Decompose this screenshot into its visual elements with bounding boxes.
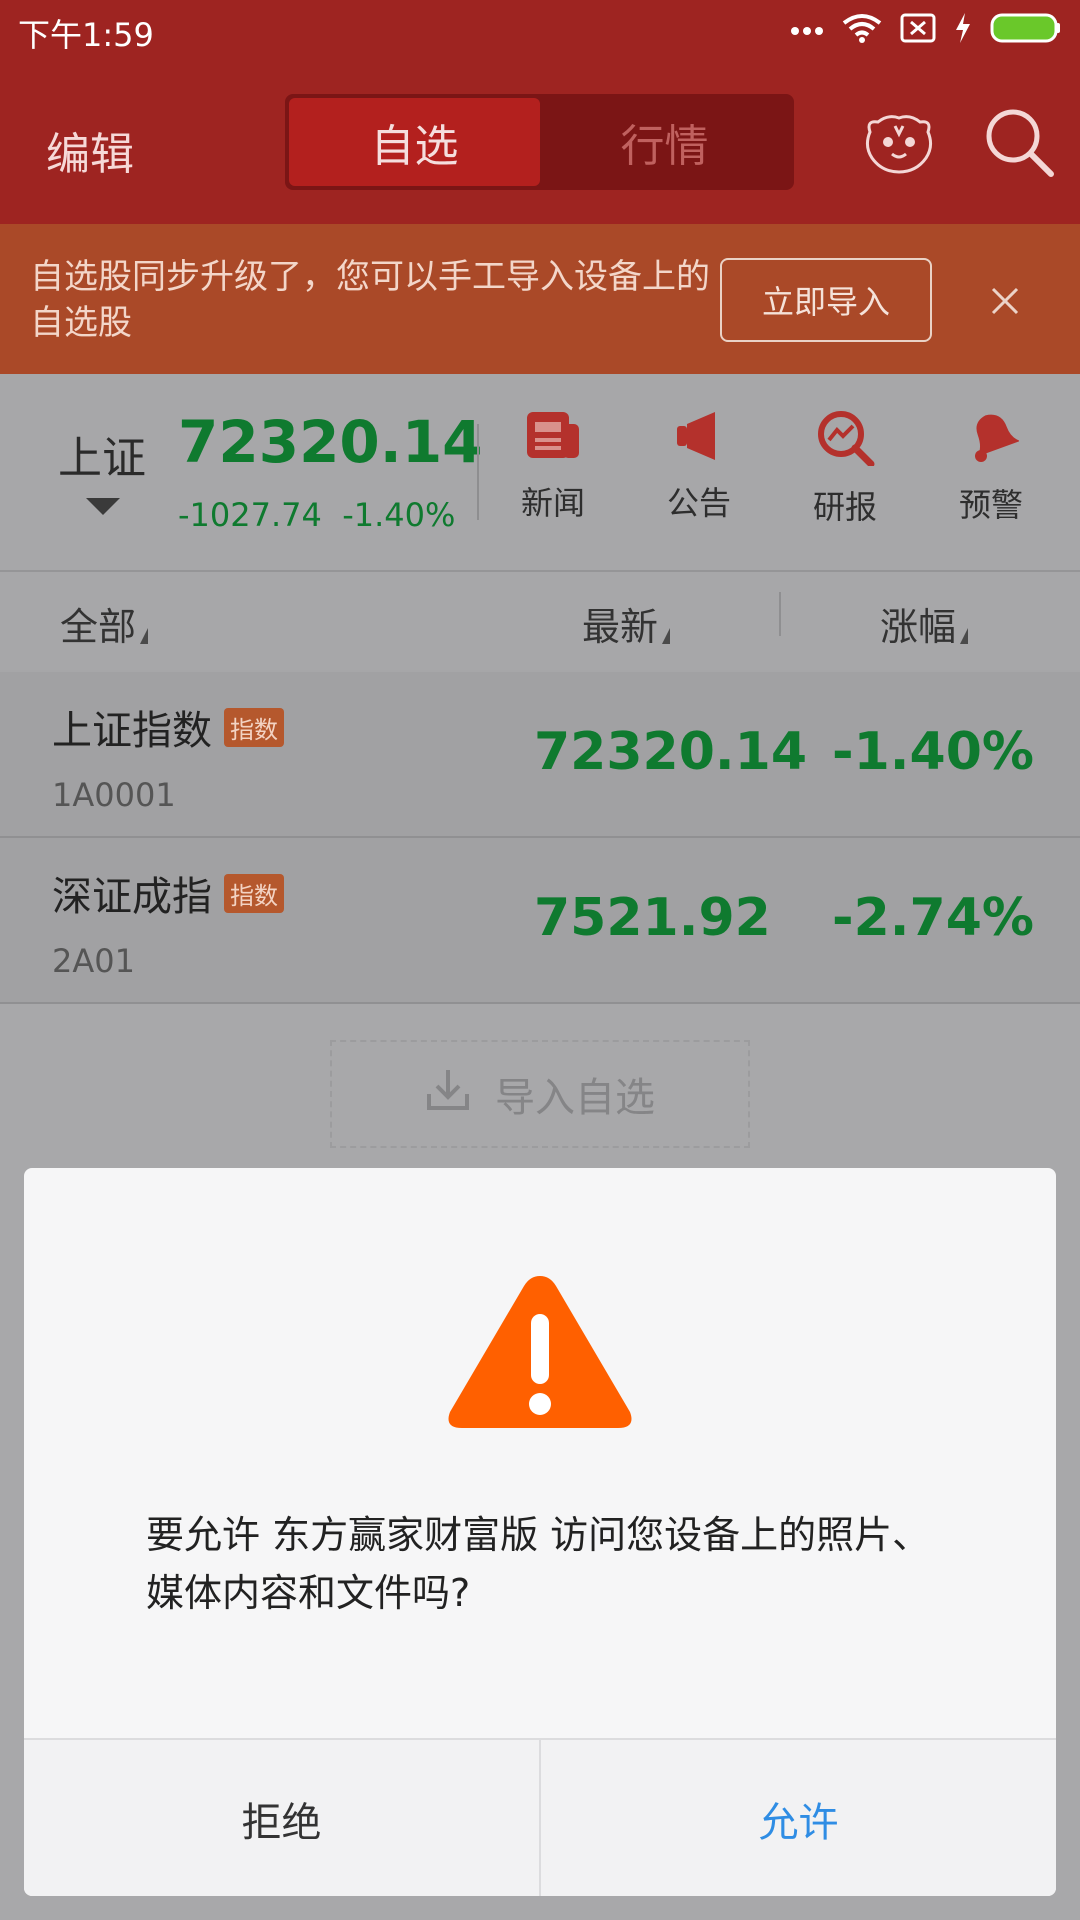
index-value: 72320.14: [178, 408, 483, 476]
allow-button[interactable]: 允许: [541, 1740, 1056, 1896]
research-report-icon: [815, 411, 875, 470]
chevron-down-icon[interactable]: [86, 498, 120, 515]
index-change-abs: -1027.74: [178, 496, 322, 534]
segmented-tabs: 自选 行情: [285, 94, 794, 190]
edit-button[interactable]: 编辑: [46, 118, 134, 182]
stock-name-text: 深证成指: [52, 874, 212, 920]
battery-icon: [990, 12, 1062, 48]
warning-icon: [442, 1268, 638, 1438]
no-sim-icon: [900, 13, 936, 47]
sort-triangle-icon: [140, 628, 149, 644]
tiger-mascot-icon[interactable]: [862, 114, 936, 178]
news-icon: [525, 412, 581, 466]
status-bar: 下午1:59: [0, 0, 1080, 60]
alert-bell-icon: [963, 414, 1021, 468]
stock-name: 上证指数 指数: [52, 698, 284, 756]
market-selector[interactable]: 上证: [58, 422, 146, 486]
deny-button[interactable]: 拒绝: [24, 1740, 541, 1896]
announcement-button[interactable]: 公告: [639, 410, 759, 524]
stock-name: 深证成指 指数: [52, 864, 284, 922]
search-icon[interactable]: [983, 106, 1055, 182]
research-label: 研报: [812, 488, 877, 526]
status-time: 下午1:59: [18, 16, 154, 54]
index-badge: 指数: [224, 873, 284, 913]
divider: [779, 592, 781, 636]
dialog-buttons: 拒绝 允许: [24, 1738, 1056, 1896]
close-icon[interactable]: [990, 286, 1020, 320]
stock-code: 2A01: [52, 942, 135, 980]
table-row[interactable]: 深证成指 指数 2A01 7521.92 -2.74%: [0, 838, 1080, 1004]
alert-label: 预警: [958, 486, 1023, 524]
news-label: 新闻: [520, 484, 585, 522]
index-change: -1027.74 -1.40%: [178, 496, 455, 534]
header-change-label: 涨幅: [880, 605, 957, 649]
sort-triangle-icon: [662, 628, 671, 644]
sort-change[interactable]: 涨幅: [880, 596, 969, 651]
index-change-pct: -1.40%: [342, 496, 456, 534]
news-button[interactable]: 新闻: [493, 410, 613, 524]
index-panel: 上证 72320.14 -1027.74 -1.40% 新闻 公告 研报 预警: [0, 374, 1080, 572]
header-latest-label: 最新: [582, 605, 659, 649]
app-header: 编辑 自选 行情: [0, 60, 1080, 224]
permission-dialog: 要允许 东方赢家财富版 访问您设备上的照片、媒体内容和文件吗? 拒绝 允许: [24, 1168, 1056, 1896]
stock-change-pct: -2.74%: [832, 888, 1034, 948]
import-watchlist-button[interactable]: 导入自选: [330, 1040, 750, 1148]
table-row[interactable]: 上证指数 指数 1A0001 72320.14 -1.40%: [0, 672, 1080, 838]
table-header: 全部 最新 涨幅: [0, 572, 1080, 670]
stock-name-text: 上证指数: [52, 708, 212, 754]
header-all-label: 全部: [60, 605, 137, 649]
download-icon: [425, 1066, 471, 1122]
sort-latest[interactable]: 最新: [582, 596, 671, 651]
sort-triangle-icon: [960, 628, 969, 644]
dialog-message: 要允许 东方赢家财富版 访问您设备上的照片、媒体内容和文件吗?: [146, 1513, 931, 1615]
announcement-label: 公告: [666, 484, 731, 522]
alert-button[interactable]: 预警: [931, 410, 1051, 526]
stock-price: 7521.92: [534, 888, 771, 948]
charging-bolt-icon: [954, 13, 972, 47]
wifi-icon: [842, 13, 882, 47]
stock-change-pct: -1.40%: [832, 722, 1034, 782]
sync-banner: 自选股同步升级了，您可以手工导入设备上的自选股 立即导入: [0, 224, 1080, 374]
import-watchlist-label: 导入自选: [495, 1075, 655, 1121]
stock-price: 72320.14: [534, 722, 808, 782]
stock-code: 1A0001: [52, 776, 176, 814]
status-icons: [790, 12, 1062, 48]
banner-message: 自选股同步升级了，您可以手工导入设备上的自选股: [30, 257, 710, 343]
research-button[interactable]: 研报: [785, 410, 905, 528]
sort-all[interactable]: 全部: [60, 596, 149, 651]
more-dots-icon: [790, 21, 824, 40]
divider: [477, 424, 479, 520]
index-badge: 指数: [224, 707, 284, 747]
tab-market[interactable]: 行情: [539, 98, 790, 186]
megaphone-icon: [671, 412, 727, 466]
import-now-button[interactable]: 立即导入: [720, 258, 932, 342]
tab-watchlist[interactable]: 自选: [289, 98, 540, 186]
